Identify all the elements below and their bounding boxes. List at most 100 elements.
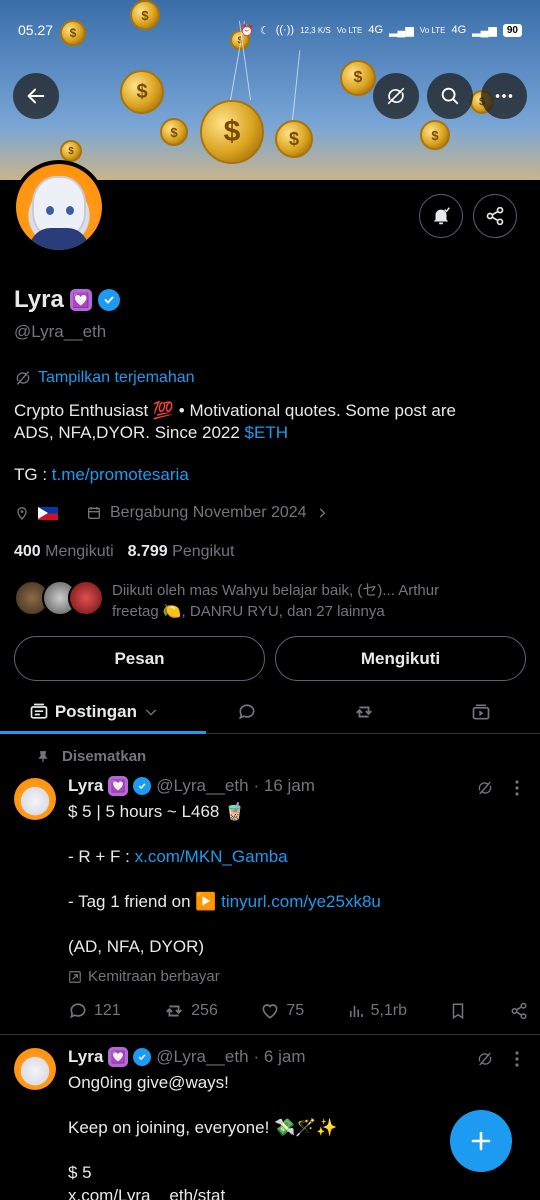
post-link[interactable]: x.com/MKN_Gamba: [135, 847, 288, 866]
views-button[interactable]: 5,1rb: [347, 1002, 407, 1020]
post-time: · 6 jam: [253, 1047, 306, 1066]
post-more-button[interactable]: [513, 1049, 521, 1074]
tab-media[interactable]: [423, 690, 540, 733]
network-type-2: 4G: [451, 24, 467, 36]
repost-icon: [355, 706, 372, 717]
share-icon: [486, 206, 504, 226]
plus-icon: [471, 1131, 491, 1151]
tab-posts[interactable]: Postingan: [0, 690, 206, 734]
repost-button[interactable]: 256: [163, 1000, 218, 1022]
post-author-handle: @Lyra__eth: [156, 776, 249, 795]
verified-badge-icon[interactable]: [97, 289, 120, 311]
reply-icon: [70, 1003, 86, 1019]
cashtag-link[interactable]: $ETH: [245, 423, 288, 442]
post-author-handle: @Lyra__eth: [156, 1047, 249, 1066]
heart-emoji: 💟: [108, 1047, 129, 1067]
calendar-icon: [88, 507, 100, 519]
repost-count: 256: [191, 1002, 218, 1019]
post-time: · 16 jam: [253, 776, 315, 795]
post-author-avatar[interactable]: [14, 778, 56, 820]
share-button[interactable]: [510, 1002, 528, 1020]
post-text-line: $ 5 | 5 hours ~ L468 🧋: [68, 802, 246, 821]
views-chart-icon: [349, 1005, 363, 1017]
tg-label: TG :: [14, 465, 52, 484]
show-translation-link[interactable]: Tampilkan terjemahan: [14, 369, 195, 387]
followers-count-link[interactable]: 8.799 Pengikut: [128, 543, 235, 561]
verified-badge-icon: [133, 777, 152, 795]
reply-button[interactable]: 121: [68, 1001, 121, 1021]
alarm-icon: ⏰: [240, 24, 254, 37]
post-divider: [0, 1034, 540, 1035]
chevron-down-icon: [145, 709, 157, 716]
like-button[interactable]: 75: [260, 1001, 304, 1021]
back-button[interactable]: [13, 73, 59, 119]
signal-icon: ▂▄▆: [389, 24, 414, 37]
tab-replies[interactable]: [188, 690, 305, 733]
follow-counts: 400 Mengikuti 8.799 Pengikut: [14, 543, 234, 561]
post-more-button[interactable]: [513, 778, 521, 803]
profile-tabs: Postingan: [0, 690, 540, 734]
profile-meta: Bergabung November 2024: [14, 504, 329, 522]
post-author-name[interactable]: Lyra: [68, 776, 103, 796]
moon-icon: ☾: [259, 24, 270, 37]
post-text-line: $ 5: [68, 1163, 92, 1182]
following-button[interactable]: Mengikuti: [275, 636, 526, 681]
translate-icon: [478, 1052, 492, 1066]
post-author-name[interactable]: Lyra: [68, 1047, 103, 1067]
bell-check-icon: [433, 207, 450, 225]
search-button[interactable]: [427, 73, 473, 119]
share-profile-button[interactable]: [473, 194, 517, 238]
compose-post-button[interactable]: [450, 1110, 512, 1172]
post-link[interactable]: tinyurl.com/ye25xk8u: [221, 892, 381, 911]
profile-handle: @Lyra__eth: [14, 322, 107, 341]
post-text-line: - R + F : x.com/MKN_Gamba: [68, 847, 288, 866]
heart-icon: [262, 1004, 278, 1019]
bio-line-1: Crypto Enthusiast 💯 • Motivational quote…: [14, 401, 456, 420]
translate-icon: [387, 87, 405, 105]
view-count: 5,1rb: [370, 1002, 408, 1019]
telegram-link[interactable]: t.me/promotesaria: [52, 465, 189, 484]
display-name: Lyra: [14, 286, 64, 313]
post-author-avatar[interactable]: [14, 1048, 56, 1090]
heart-emoji: 💟: [69, 289, 92, 311]
location-icon: [17, 507, 27, 520]
followed-by[interactable]: Diikuti oleh mas Wahyu belajar baik, (セ)…: [14, 580, 524, 622]
network-type-1: 4G: [368, 24, 384, 36]
joined-date: Bergabung November 2024: [110, 504, 307, 521]
reply-count: 121: [94, 1002, 121, 1019]
repost-icon: [166, 1005, 183, 1017]
more-vertical-icon: [515, 780, 519, 796]
post-link[interactable]: x.com/Lyra__eth/stat: [68, 1186, 225, 1200]
post-header: Lyra 💟 @Lyra__eth · 6 jam: [68, 1047, 306, 1067]
chevron-right-icon[interactable]: [315, 506, 329, 520]
posts-tab-icon: [30, 703, 48, 719]
more-horizontal-icon: [495, 94, 513, 98]
status-bar: 05.27 ⏰ ☾ ((·)) 12,3 K/S Vo LTE 4G ▂▄▆ V…: [0, 0, 540, 60]
search-icon: [441, 87, 459, 105]
bio-line-2: ADS, NFA,DYOR. Since 2022: [14, 423, 245, 442]
post-translate-button[interactable]: [476, 1050, 494, 1073]
profile-name: Lyra 💟: [14, 286, 120, 314]
profile-avatar[interactable]: [12, 160, 106, 254]
translate-banner-button[interactable]: [373, 73, 419, 119]
avatar-image: [16, 164, 102, 250]
status-time: 05.27: [18, 22, 54, 38]
bookmark-button[interactable]: [449, 1002, 467, 1020]
translate-icon: [478, 781, 492, 795]
bio-telegram: TG : t.me/promotesaria: [14, 465, 189, 485]
heart-emoji: 💟: [108, 776, 129, 796]
share-icon: [511, 1002, 527, 1020]
post-translate-button[interactable]: [476, 779, 494, 802]
followed-by-avatars: [14, 580, 104, 618]
message-button[interactable]: Pesan: [14, 636, 265, 681]
more-options-button[interactable]: [481, 73, 527, 119]
pin-icon: [38, 750, 48, 762]
reply-icon: [238, 703, 254, 719]
following-count-link[interactable]: 400 Mengikuti: [14, 543, 114, 561]
notifications-button[interactable]: [419, 194, 463, 238]
post-text-line: Keep on joining, everyone! 💸🪄✨: [68, 1118, 338, 1137]
tab-reposts[interactable]: [305, 690, 422, 733]
paid-partnership-label[interactable]: Kemitraan berbayar: [68, 968, 220, 985]
tab-posts-label: Postingan: [54, 701, 137, 721]
post-text-line: Ong0ing give@ways!: [68, 1073, 229, 1092]
